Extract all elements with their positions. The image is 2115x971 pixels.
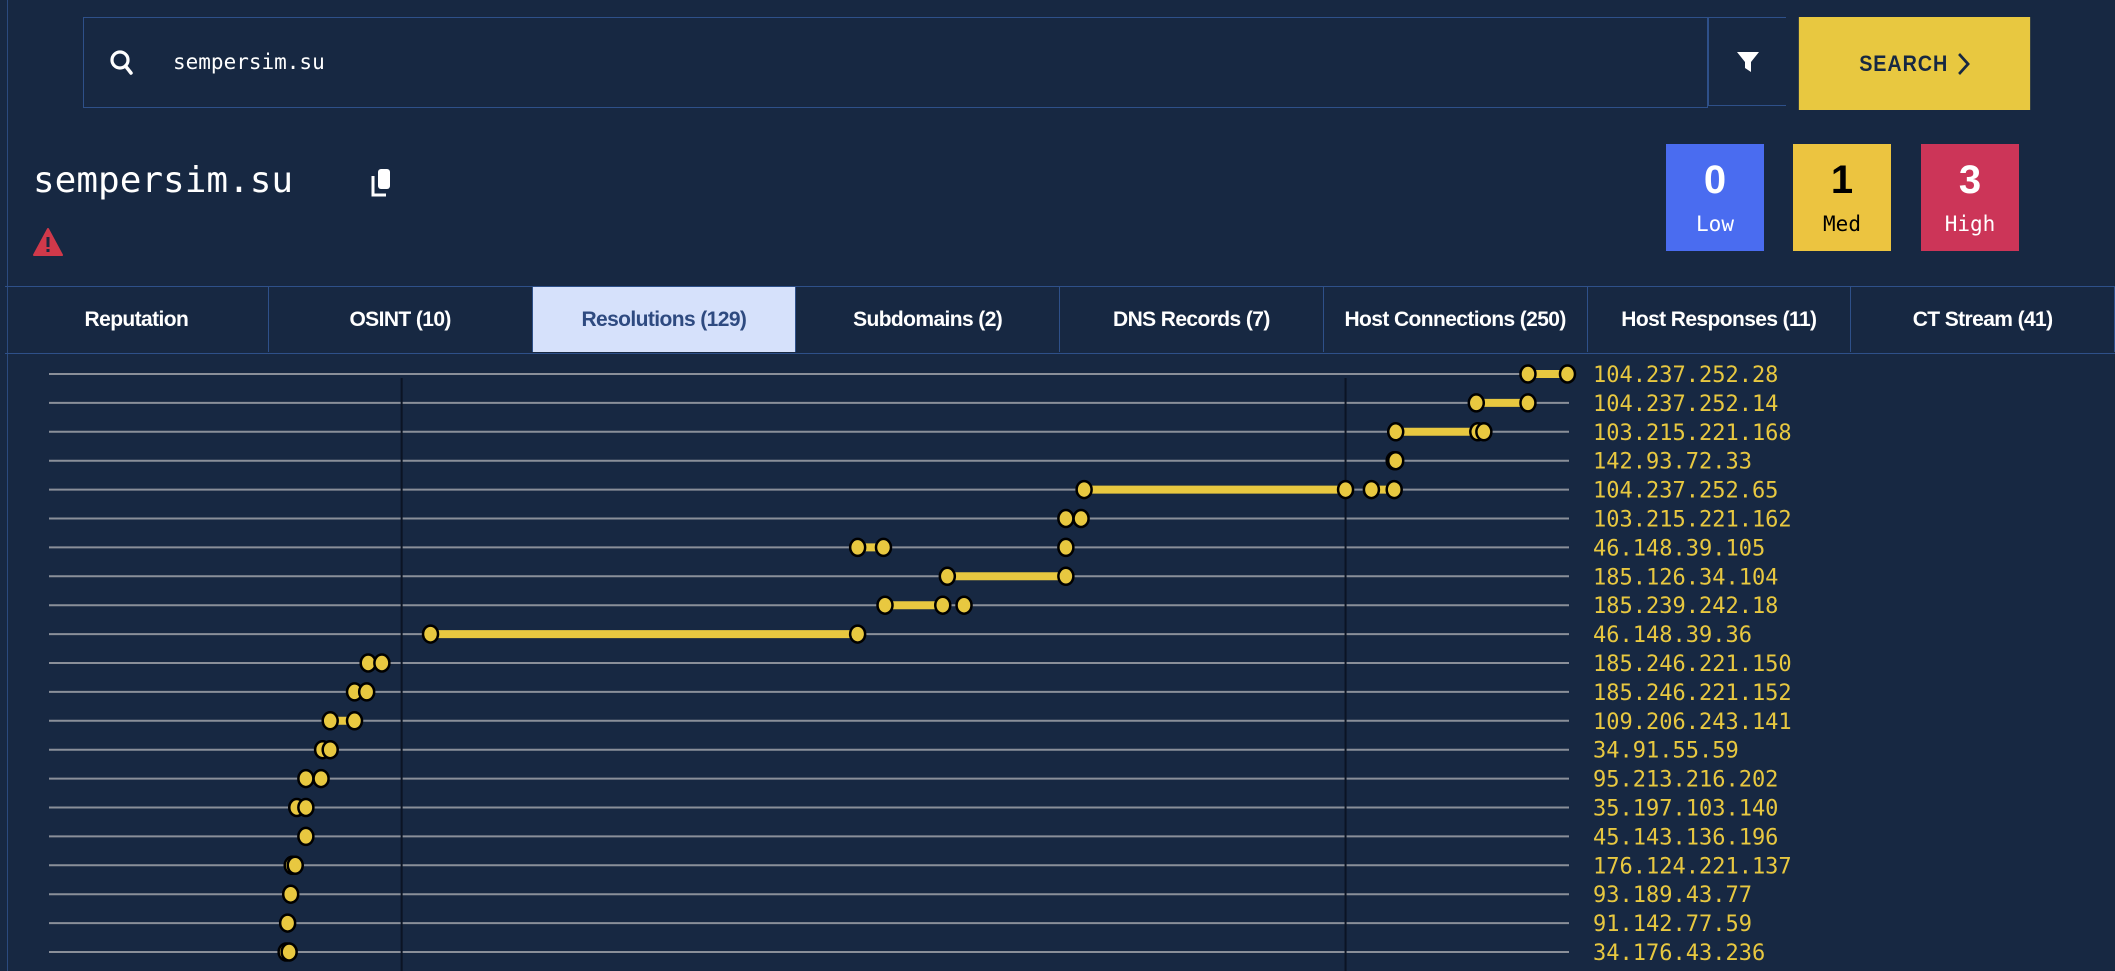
chevron-right-icon <box>1958 52 1970 75</box>
resolution-point[interactable] <box>278 913 297 933</box>
ip-label[interactable]: 104.237.252.65 <box>1593 479 1778 504</box>
ip-label[interactable]: 103.215.221.162 <box>1593 508 1792 533</box>
badge-count: 1 <box>1830 158 1854 202</box>
ip-label[interactable]: 185.246.221.150 <box>1593 652 1792 677</box>
resolution-point[interactable] <box>1075 479 1093 500</box>
filter-icon <box>1736 51 1759 72</box>
tab-osint[interactable]: OSINT (10) <box>269 287 533 352</box>
ip-label[interactable]: 45.143.136.196 <box>1593 825 1778 850</box>
resolution-point[interactable] <box>934 595 952 615</box>
badge-med[interactable]: 1 Med <box>1793 144 1891 251</box>
badge-count: 3 <box>1958 158 1982 202</box>
resolution-point[interactable] <box>321 739 339 760</box>
tab-reputation[interactable]: Reputation <box>5 287 269 352</box>
resolution-point[interactable] <box>1519 393 1537 413</box>
resolution-point[interactable] <box>1057 508 1075 529</box>
ip-label[interactable]: 104.237.252.28 <box>1593 363 1778 388</box>
resolution-point[interactable] <box>1072 508 1090 529</box>
resolution-point[interactable] <box>345 711 364 731</box>
tab-host-connections[interactable]: Host Connections (250) <box>1324 287 1588 352</box>
resolution-point[interactable] <box>421 624 440 644</box>
ip-label[interactable]: 93.189.43.77 <box>1593 883 1752 908</box>
resolution-point[interactable] <box>297 768 315 789</box>
ip-label[interactable]: 46.148.39.36 <box>1593 623 1752 648</box>
ip-label[interactable]: 46.148.39.105 <box>1593 536 1765 561</box>
resolution-point[interactable] <box>373 653 391 673</box>
ip-label[interactable]: 34.91.55.59 <box>1593 739 1739 764</box>
resolution-point[interactable] <box>297 826 315 847</box>
resolution-point[interactable] <box>876 595 894 615</box>
tab-ct-stream[interactable]: CT Stream (41) <box>1851 287 2115 352</box>
search-button[interactable]: SEARCH <box>1798 17 2031 110</box>
tab-subdomains[interactable]: Subdomains (2) <box>796 287 1060 352</box>
ip-label[interactable]: 176.124.221.137 <box>1593 854 1792 879</box>
badge-high[interactable]: 3 High <box>1921 144 2019 251</box>
ip-label[interactable]: 185.246.221.152 <box>1593 681 1792 706</box>
resolution-point[interactable] <box>280 942 298 962</box>
tab-resolutions[interactable]: Resolutions (129) <box>532 287 797 352</box>
ip-label[interactable]: 35.197.103.140 <box>1593 797 1778 822</box>
ip-label[interactable]: 104.237.252.14 <box>1593 392 1778 417</box>
ip-label[interactable]: 142.93.72.33 <box>1593 450 1752 475</box>
resolution-point[interactable] <box>281 884 300 904</box>
warning-triangle-icon <box>33 228 63 260</box>
resolution-point[interactable] <box>1362 479 1381 500</box>
resolution-point[interactable] <box>1386 450 1405 471</box>
filter-button[interactable] <box>1708 17 1786 106</box>
resolution-point[interactable] <box>321 711 339 731</box>
resolution-point[interactable] <box>1336 479 1355 500</box>
badge-count: 0 <box>1703 158 1727 202</box>
resolution-point[interactable] <box>848 537 867 558</box>
resolution-point[interactable] <box>357 682 376 702</box>
tab-host-responses[interactable]: Host Responses (11) <box>1588 287 1852 352</box>
search-input[interactable] <box>160 17 1708 108</box>
resolution-point[interactable] <box>286 855 304 876</box>
resolution-point[interactable] <box>1057 566 1075 587</box>
badge-label: Med <box>1823 212 1861 236</box>
ip-label[interactable]: 109.206.243.141 <box>1593 710 1792 735</box>
ip-label[interactable]: 185.126.34.104 <box>1593 565 1778 590</box>
resolution-point[interactable] <box>938 566 957 587</box>
resolution-point[interactable] <box>297 797 315 818</box>
resolution-point[interactable] <box>1467 393 1486 413</box>
tab-dns-records[interactable]: DNS Records (7) <box>1060 287 1324 352</box>
resolution-point[interactable] <box>1475 422 1493 442</box>
badge-label: Low <box>1696 212 1734 236</box>
badge-label: High <box>1944 212 1996 236</box>
tab-bar: Reputation OSINT (10) Resolutions (129) … <box>5 286 2115 354</box>
resolution-point[interactable] <box>1558 364 1577 384</box>
ip-label[interactable]: 103.215.221.168 <box>1593 421 1792 446</box>
search-icon <box>83 17 160 108</box>
resolution-point[interactable] <box>1385 479 1403 500</box>
ip-label[interactable]: 185.239.242.18 <box>1593 594 1778 619</box>
copy-icon[interactable] <box>370 168 392 202</box>
badge-low[interactable]: 0 Low <box>1666 144 1764 251</box>
ip-label[interactable]: 91.142.77.59 <box>1593 912 1752 937</box>
resolution-point[interactable] <box>1519 364 1537 384</box>
resolution-point[interactable] <box>874 537 893 558</box>
search-button-label: SEARCH <box>1859 50 1949 76</box>
resolution-point[interactable] <box>1057 537 1075 558</box>
resolutions-timeline: 104.237.252.28 104.237.252.14 103.215.221.… <box>49 363 1792 971</box>
domain-title: sempersim.su <box>33 160 294 201</box>
resolution-point[interactable] <box>1386 422 1405 442</box>
resolution-point[interactable] <box>955 595 973 615</box>
ip-label[interactable]: 34.176.43.236 <box>1593 941 1765 966</box>
resolution-point[interactable] <box>312 768 330 789</box>
ip-label[interactable]: 95.213.216.202 <box>1593 768 1778 793</box>
resolution-point[interactable] <box>848 624 867 644</box>
